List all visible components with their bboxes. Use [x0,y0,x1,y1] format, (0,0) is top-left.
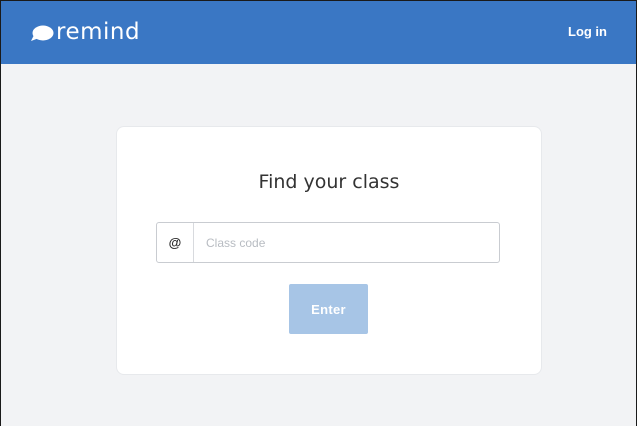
speech-bubble-icon [30,25,54,43]
card-title: Find your class [258,171,400,193]
find-class-card: Find your class @ Enter [117,127,541,374]
enter-button[interactable]: Enter [289,284,368,334]
class-code-input-group: @ [156,222,500,263]
top-header: remind Log in [1,1,636,64]
at-sign-prefix: @ [157,223,194,262]
brand-name: remind [56,19,141,45]
app-window: remind Log in Find your class @ Enter [0,0,637,426]
login-link[interactable]: Log in [568,24,607,39]
remind-logo[interactable]: remind [30,21,140,44]
class-code-input[interactable] [194,223,499,262]
